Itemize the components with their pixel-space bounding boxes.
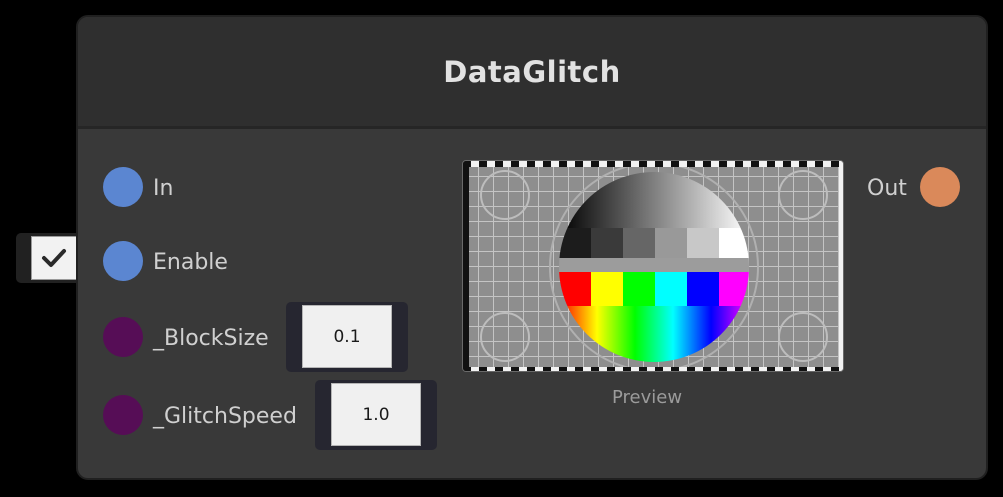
enable-port[interactable] — [103, 241, 143, 281]
blocksize-input[interactable]: 0.1 — [302, 305, 392, 368]
enable-checkbox[interactable] — [31, 236, 77, 280]
node-title: DataGlitch — [443, 54, 621, 89]
out-port-label: Out — [867, 176, 907, 201]
in-port-label: In — [153, 176, 174, 201]
test-pattern-graphic — [463, 161, 843, 371]
glitchspeed-input[interactable]: 1.0 — [331, 383, 421, 446]
in-port[interactable] — [103, 167, 143, 207]
preview-image — [462, 160, 844, 372]
blocksize-port-label: _BlockSize — [153, 326, 269, 351]
node-header[interactable]: DataGlitch — [78, 17, 986, 129]
glitchspeed-port[interactable] — [103, 395, 143, 435]
glitchspeed-port-label: _GlitchSpeed — [153, 404, 297, 429]
out-port[interactable] — [920, 167, 960, 207]
preview-label: Preview — [612, 387, 683, 408]
blocksize-port[interactable] — [103, 317, 143, 357]
checkmark-icon — [42, 249, 66, 267]
enable-port-label: Enable — [153, 250, 228, 275]
